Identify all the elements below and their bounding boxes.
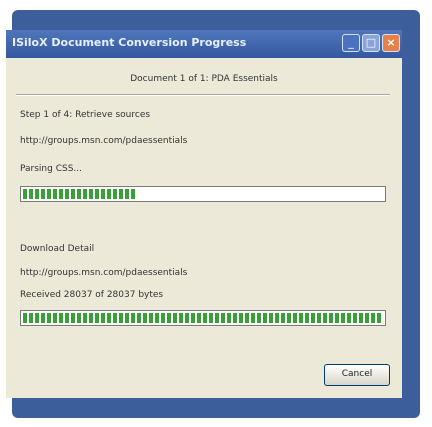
- progress-segment: [35, 313, 39, 323]
- progress-segment: [107, 313, 111, 323]
- progress-segment: [89, 189, 93, 199]
- progress-segment: [347, 313, 351, 323]
- progress-segment: [95, 189, 99, 199]
- progress-segment: [227, 313, 231, 323]
- progress-segment: [179, 313, 183, 323]
- minimize-button[interactable]: _: [342, 34, 360, 52]
- progress-segment: [95, 313, 99, 323]
- progress-segment: [23, 313, 27, 323]
- progress-segment: [59, 313, 63, 323]
- progress-segment: [323, 313, 327, 323]
- progress-segment: [317, 313, 321, 323]
- progress-segment: [293, 313, 297, 323]
- progress-segment: [299, 313, 303, 323]
- progress-segment: [101, 313, 105, 323]
- progress-segment: [191, 313, 195, 323]
- progress-segment: [101, 189, 105, 199]
- close-button[interactable]: ×: [382, 34, 400, 52]
- document-header: Document 1 of 1: PDA Essentials: [130, 74, 278, 84]
- download-label: Download Detail: [20, 244, 95, 254]
- window-title: ISiloX Document Conversion Progress: [12, 36, 247, 49]
- progress-segment: [155, 313, 159, 323]
- progress-segment: [29, 313, 33, 323]
- progress-segment: [71, 313, 75, 323]
- progress-segment: [281, 313, 285, 323]
- progress-segment: [41, 189, 45, 199]
- progress-segment: [53, 189, 57, 199]
- progress-segment: [251, 313, 255, 323]
- step-progress-bar: [20, 186, 386, 202]
- progress-segment: [29, 189, 33, 199]
- progress-segment: [221, 313, 225, 323]
- progress-segment: [377, 313, 381, 323]
- progress-segment: [65, 189, 69, 199]
- progress-segment: [197, 313, 201, 323]
- progress-segment: [35, 189, 39, 199]
- progress-segment: [215, 313, 219, 323]
- progress-segment: [365, 313, 369, 323]
- progress-segment: [149, 313, 153, 323]
- step-progress-fill: [23, 189, 138, 199]
- download-url: http://groups.msn.com/pdaessentials: [20, 268, 188, 278]
- progress-segment: [71, 189, 75, 199]
- progress-segment: [335, 313, 339, 323]
- progress-segment: [131, 189, 135, 199]
- divider: [16, 95, 390, 96]
- download-progress-fill: [23, 313, 383, 323]
- progress-segment: [53, 313, 57, 323]
- progress-segment: [245, 313, 249, 323]
- progress-segment: [257, 313, 261, 323]
- cancel-button[interactable]: Cancel: [324, 364, 390, 386]
- progress-segment: [233, 313, 237, 323]
- download-received: Received 28037 of 28037 bytes: [20, 290, 164, 300]
- progress-segment: [119, 313, 123, 323]
- progress-segment: [59, 189, 63, 199]
- progress-segment: [167, 313, 171, 323]
- progress-segment: [47, 313, 51, 323]
- progress-segment: [89, 313, 93, 323]
- progress-segment: [203, 313, 207, 323]
- progress-segment: [269, 313, 273, 323]
- progress-segment: [161, 313, 165, 323]
- progress-segment: [359, 313, 363, 323]
- progress-segment: [65, 313, 69, 323]
- progress-segment: [275, 313, 279, 323]
- step-status: Parsing CSS...: [20, 164, 82, 174]
- progress-segment: [371, 313, 375, 323]
- download-progress-bar: [20, 310, 386, 326]
- title-bar[interactable]: ISiloX Document Conversion Progress _ □ …: [6, 30, 402, 58]
- progress-segment: [125, 313, 129, 323]
- progress-segment: [263, 313, 267, 323]
- progress-segment: [41, 313, 45, 323]
- progress-segment: [113, 189, 117, 199]
- progress-segment: [83, 313, 87, 323]
- progress-segment: [107, 189, 111, 199]
- progress-segment: [209, 313, 213, 323]
- progress-segment: [131, 313, 135, 323]
- progress-segment: [83, 189, 87, 199]
- progress-segment: [77, 313, 81, 323]
- progress-segment: [311, 313, 315, 323]
- step-label: Step 1 of 4: Retrieve sources: [20, 110, 151, 120]
- progress-segment: [23, 189, 27, 199]
- progress-segment: [305, 313, 309, 323]
- progress-segment: [47, 189, 51, 199]
- progress-segment: [185, 313, 189, 323]
- step-url: http://groups.msn.com/pdaessentials: [20, 136, 188, 146]
- progress-segment: [173, 313, 177, 323]
- progress-segment: [77, 189, 81, 199]
- progress-segment: [239, 313, 243, 323]
- progress-segment: [341, 313, 345, 323]
- progress-segment: [137, 313, 141, 323]
- progress-segment: [119, 189, 123, 199]
- progress-segment: [287, 313, 291, 323]
- progress-segment: [329, 313, 333, 323]
- progress-segment: [113, 313, 117, 323]
- dialog-body: Document 1 of 1: PDA Essentials Step 1 o…: [6, 58, 402, 398]
- maximize-button[interactable]: □: [362, 34, 380, 52]
- progress-segment: [125, 189, 129, 199]
- progress-segment: [353, 313, 357, 323]
- progress-segment: [143, 313, 147, 323]
